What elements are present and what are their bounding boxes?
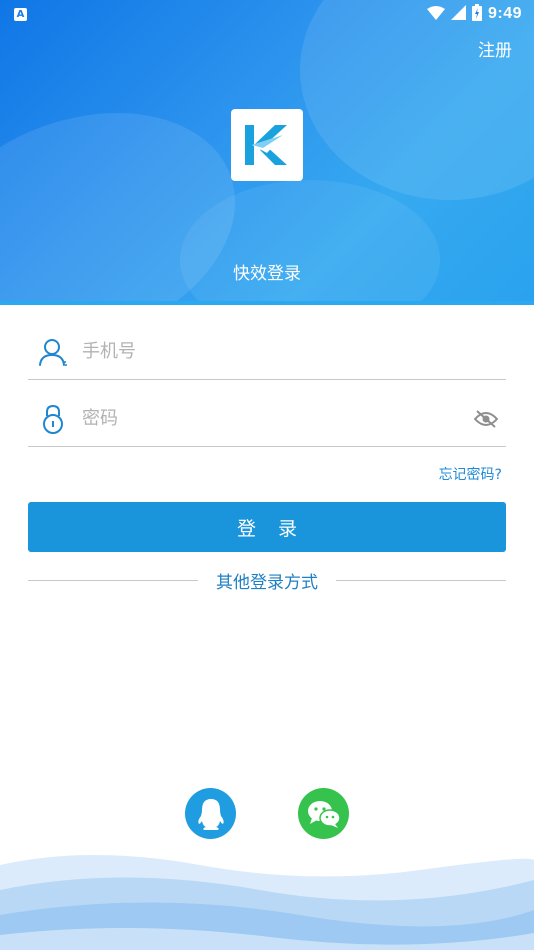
other-login-divider: 其他登录方式 — [28, 568, 506, 593]
header-bottom-line — [0, 301, 534, 305]
status-bar: A 9:49 — [0, 0, 534, 28]
wechat-icon — [307, 800, 341, 828]
wave-decoration — [0, 855, 534, 950]
other-login-label: 其他登录方式 — [216, 572, 318, 593]
wifi-icon — [426, 5, 445, 24]
header-decoration — [300, 0, 534, 200]
wechat-login-button[interactable] — [298, 788, 349, 839]
divider-line-right — [336, 579, 506, 581]
login-header: A 9:49 注册 快效登录 — [0, 0, 534, 305]
qq-login-button[interactable] — [185, 788, 236, 839]
eye-off-icon[interactable] — [472, 405, 500, 433]
app-logo — [231, 109, 303, 181]
login-button[interactable]: 登录 — [28, 502, 506, 552]
password-input[interactable] — [82, 408, 472, 429]
signal-icon — [450, 4, 466, 24]
app-notification-icon: A — [14, 7, 27, 21]
qq-penguin-icon — [197, 798, 224, 830]
phone-field — [28, 324, 506, 380]
battery-icon — [471, 3, 482, 25]
lock-icon — [36, 402, 70, 436]
user-icon — [36, 335, 70, 369]
divider-line-left — [28, 579, 198, 581]
phone-input[interactable] — [82, 341, 506, 362]
app-title: 快效登录 — [233, 264, 301, 284]
register-link[interactable]: 注册 — [478, 36, 512, 61]
status-time: 9:49 — [487, 5, 522, 22]
forgot-password-link[interactable]: 忘记密码? — [439, 464, 502, 484]
password-field — [28, 391, 506, 447]
k-plane-logo-icon — [245, 125, 287, 165]
